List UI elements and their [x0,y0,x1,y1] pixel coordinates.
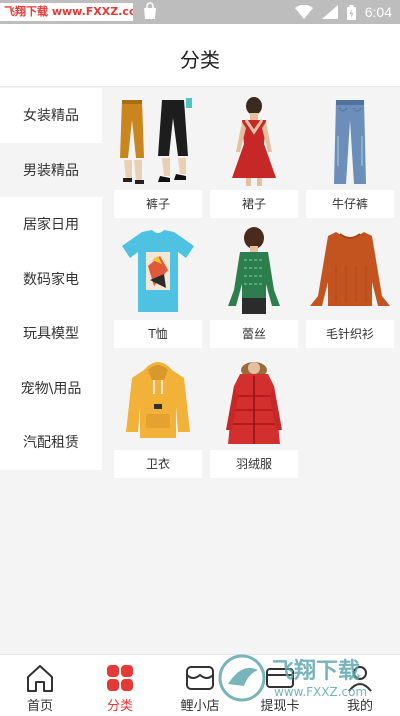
product-card-down-jacket[interactable]: 羽绒服 [210,356,298,478]
product-label: 毛针织衫 [306,320,394,348]
wifi-icon [294,5,313,19]
product-card-pants[interactable]: 裤子 [114,96,202,218]
watermark-logo-url: www.FXXZ.com [274,685,367,699]
sidebar-item-mens[interactable]: 男装精品 [0,142,102,197]
sidebar-item-label: 男装精品 [23,162,79,179]
watermark-logo-text: 飞翔下载 [272,658,360,684]
product-label: 裤子 [114,190,202,218]
sidebar-item-label: 宠物\用品 [20,380,82,397]
product-label: T恤 [114,320,202,348]
sidebar-item-label: 汽配租赁 [23,435,79,452]
sidebar-item-electronics[interactable]: 数码家电 [0,251,102,306]
pants-image [120,98,192,184]
sidebar-item-auto[interactable]: 汽配租赁 [0,415,102,470]
sidebar-item-toys[interactable]: 玩具模型 [0,306,102,361]
product-label: 牛仔裤 [306,190,394,218]
signal-icon [321,5,338,19]
page-header: 分类 [0,24,400,87]
tab-home[interactable]: 首页 [0,655,80,716]
category-grid-icon [107,665,133,691]
product-card-jeans[interactable]: 牛仔裤 [306,96,394,218]
product-card-lace[interactable]: 蕾丝 [210,226,298,348]
product-label: 卫衣 [114,450,202,478]
sweater-image [310,232,390,306]
dress-image [232,97,276,186]
status-time: 6:04 [364,4,392,20]
sidebar-item-womens[interactable]: 女装精品 [0,88,102,143]
product-label: 裙子 [210,190,298,218]
product-card-tshirt[interactable]: T恤 [114,226,202,348]
sidebar-item-home[interactable]: 居家日用 [0,197,102,252]
down-jacket-image [226,362,282,444]
tab-label: 分类 [106,699,133,714]
sidebar-item-label: 女装精品 [23,108,79,125]
watermark-text: 飞翔下载 www.FXXZ.com [0,3,133,21]
hoodie-image [126,362,190,438]
tab-label: 首页 [26,699,53,714]
home-icon [27,665,53,692]
sidebar-item-label: 数码家电 [23,271,79,288]
product-label: 蕾丝 [210,320,298,348]
category-sidebar: 女装精品 男装精品 居家日用 数码家电 玩具模型 宠物\用品 汽配租赁 [0,88,102,470]
tshirt-image [122,230,194,312]
product-card-dress[interactable]: 裙子 [210,96,298,218]
sidebar-item-label: 玩具模型 [23,326,79,343]
watermark-logo: 飞翔下载 www.FXXZ.com [218,654,367,702]
product-card-sweater[interactable]: 毛针织衫 [306,226,394,348]
sidebar-item-label: 居家日用 [23,217,79,234]
sidebar-item-pets[interactable]: 宠物\用品 [0,360,102,415]
store-icon [186,666,214,690]
jeans-image [334,100,366,184]
product-label: 羽绒服 [210,450,298,478]
status-bar: 飞翔下载 www.FXXZ.com 6:04 [0,0,400,24]
tab-category[interactable]: 分类 [80,655,160,716]
page-title: 分类 [180,48,220,72]
shopping-bag-icon [144,2,156,19]
battery-icon [346,4,356,20]
lace-top-image [228,227,280,314]
product-card-hoodie[interactable]: 卫衣 [114,356,202,478]
